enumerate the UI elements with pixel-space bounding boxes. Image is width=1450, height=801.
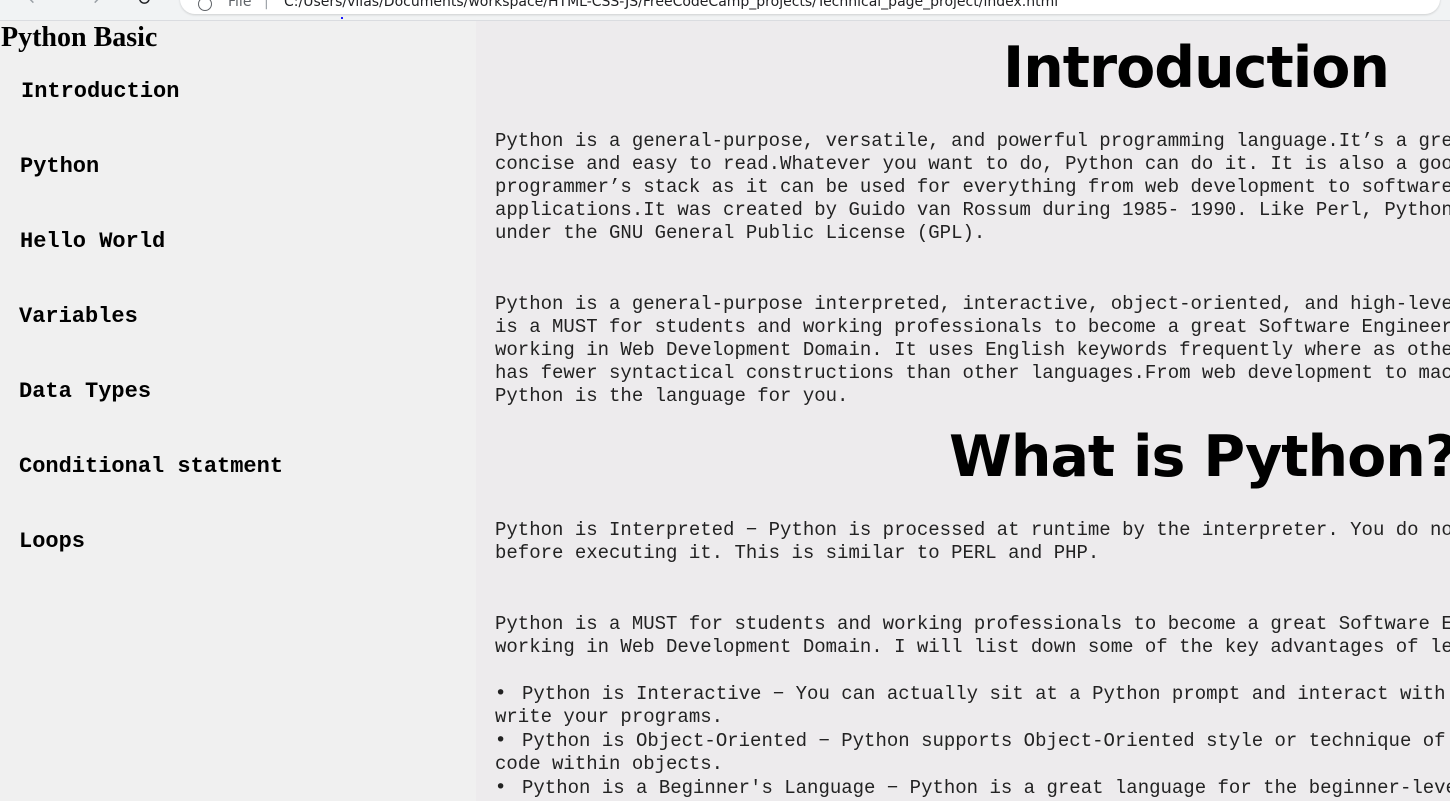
scheme-separator: |	[264, 0, 269, 10]
paragraph-line: is a MUST for students and working profe…	[495, 316, 1450, 338]
paragraph-line: Python is Interpreted − Python is proces…	[495, 519, 1450, 541]
python-paragraph-1: Python is Interpreted − Python is proces…	[495, 519, 1450, 565]
nav-link-variables[interactable]: Variables	[19, 304, 138, 330]
paragraph-line: Python is the language for you.	[495, 385, 849, 407]
forward-arrow-icon[interactable]: →	[80, 0, 104, 12]
list-item: • Python is Interactive − You can actuall…	[495, 682, 1450, 729]
nav-link-conditional-statment[interactable]: Conditional statment	[19, 454, 283, 480]
paragraph-line: Python is a MUST for students and workin…	[495, 613, 1450, 635]
paragraph-line: working in Web Development Domain. I wil…	[495, 636, 1450, 658]
section-heading-introduction: Introduction	[1003, 35, 1390, 101]
browser-toolbar: ← → ↻ File | C:/Users/vilas/Documents/wo…	[0, 0, 1450, 21]
list-item-text: Python is Object-Oriented − Python suppo…	[522, 730, 1450, 752]
nav-link-hello-world[interactable]: Hello World	[20, 229, 165, 255]
text-cursor	[341, 17, 343, 19]
nav-link-loops[interactable]: Loops	[19, 529, 85, 555]
python-paragraph-2: Python is a MUST for students and workin…	[495, 613, 1450, 659]
list-item-line: write your programs.	[495, 706, 724, 728]
list-item-text: Python is a Beginner's Language − Python…	[522, 777, 1450, 799]
list-item: • Python is a Beginner's Language − Pytho…	[495, 776, 1450, 800]
nav-link-data-types[interactable]: Data Types	[19, 379, 151, 405]
scheme-label: File	[228, 0, 252, 10]
nav-title: Python Basic	[1, 22, 158, 53]
list-item-text: Python is Interactive − You can actually…	[522, 683, 1450, 705]
url-text[interactable]: C:/Users/vilas/Documents/workspace/HTML-…	[284, 0, 1058, 10]
paragraph-line: under the GNU General Public License (GP…	[495, 222, 986, 244]
paragraph-line: programmer’s stack as it can be used for…	[495, 176, 1450, 198]
info-icon[interactable]	[198, 0, 212, 11]
paragraph-line: before executing it. This is similar to …	[495, 542, 1100, 564]
bullet-icon: •	[495, 682, 507, 704]
nav-link-python[interactable]: Python	[20, 154, 99, 180]
paragraph-line: has fewer syntactical constructions than…	[495, 362, 1450, 384]
address-bar[interactable]: File | C:/Users/vilas/Documents/workspac…	[180, 0, 1440, 14]
bullet-icon: •	[495, 776, 507, 798]
list-item: • Python is Object-Oriented − Python supp…	[495, 729, 1450, 776]
bullet-icon: •	[495, 729, 507, 751]
list-item-line: • Python is Interactive − You can actuall…	[495, 682, 1450, 706]
intro-paragraph-2: Python is a general-purpose interpreted,…	[495, 293, 1450, 408]
list-item-line: code within objects.	[495, 753, 724, 775]
reload-icon[interactable]: ↻	[132, 0, 156, 12]
list-item-line: • Python is Object-Oriented − Python supp…	[495, 729, 1450, 753]
advantages-list: • Python is Interactive − You can actuall…	[495, 682, 1450, 800]
paragraph-line: Python is a general-purpose, versatile, …	[495, 130, 1450, 152]
sidebar-nav: Python Basic Introduction Python Hello W…	[0, 21, 476, 801]
section-heading-what-is-python: What is Python?	[949, 424, 1450, 490]
paragraph-line: concise and easy to read.Whatever you wa…	[495, 153, 1450, 175]
paragraph-line: working in Web Development Domain. It us…	[495, 339, 1450, 361]
paragraph-line: Python is a general-purpose interpreted,…	[495, 293, 1450, 315]
main-content: Introduction Python is a general-purpose…	[476, 21, 1450, 801]
paragraph-line: applications.It was created by Guido van…	[495, 199, 1450, 221]
intro-paragraph-1: Python is a general-purpose, versatile, …	[495, 130, 1450, 245]
list-item-line: • Python is a Beginner's Language − Pytho…	[495, 776, 1450, 800]
nav-link-introduction[interactable]: Introduction	[21, 79, 179, 105]
back-arrow-icon[interactable]: ←	[24, 0, 48, 12]
